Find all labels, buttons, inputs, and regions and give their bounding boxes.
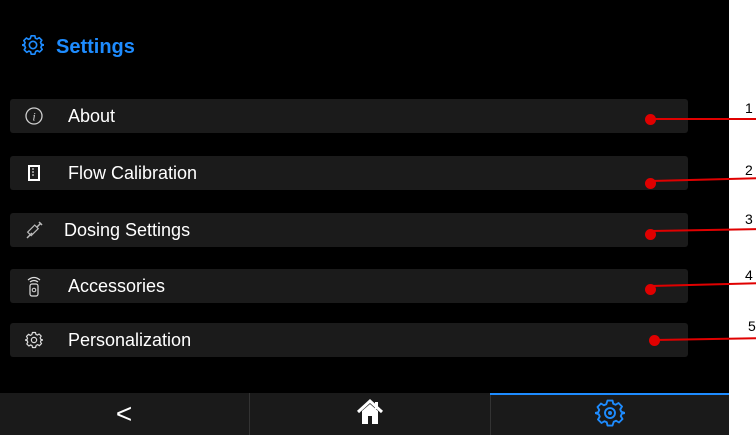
home-button[interactable] <box>249 393 491 435</box>
callout-number: 4 <box>745 267 753 283</box>
menu-item-dosing-settings[interactable]: Dosing Settings <box>10 213 688 247</box>
dosing-syringe-icon <box>24 220 44 240</box>
callout-number: 1 <box>745 100 753 116</box>
beaker-icon <box>24 163 44 183</box>
menu-item-flow-calibration[interactable]: Flow Calibration <box>10 156 688 190</box>
menu-item-label: Personalization <box>68 329 192 350</box>
menu-item-accessories[interactable]: Accessories <box>10 269 688 303</box>
page-header: Settings <box>21 32 135 62</box>
remote-control-icon <box>24 276 44 297</box>
callout-number: 5 <box>748 318 756 334</box>
gear-icon <box>24 330 44 350</box>
menu-item-label: Dosing Settings <box>64 219 191 240</box>
svg-text:i: i <box>32 110 35 124</box>
page-title: Settings <box>56 35 135 58</box>
callout-number: 3 <box>745 211 753 227</box>
info-icon: i <box>24 106 44 126</box>
settings-gear-icon <box>21 34 45 61</box>
menu-item-personalization[interactable]: Personalization <box>10 323 688 357</box>
menu-item-label: About <box>68 105 116 126</box>
menu-item-about[interactable]: i About <box>10 99 688 133</box>
back-button[interactable]: < <box>0 393 248 435</box>
callout-number: 2 <box>745 162 753 178</box>
back-label: < <box>115 398 133 429</box>
settings-tab[interactable] <box>490 393 729 435</box>
bottom-nav: < <box>0 393 729 435</box>
gear-icon <box>593 398 626 433</box>
home-icon <box>355 397 385 432</box>
menu-item-label: Accessories <box>68 275 166 296</box>
menu-item-label: Flow Calibration <box>68 162 198 183</box>
device-screen: Settings i About Flow Calibration Dosing… <box>0 0 729 435</box>
